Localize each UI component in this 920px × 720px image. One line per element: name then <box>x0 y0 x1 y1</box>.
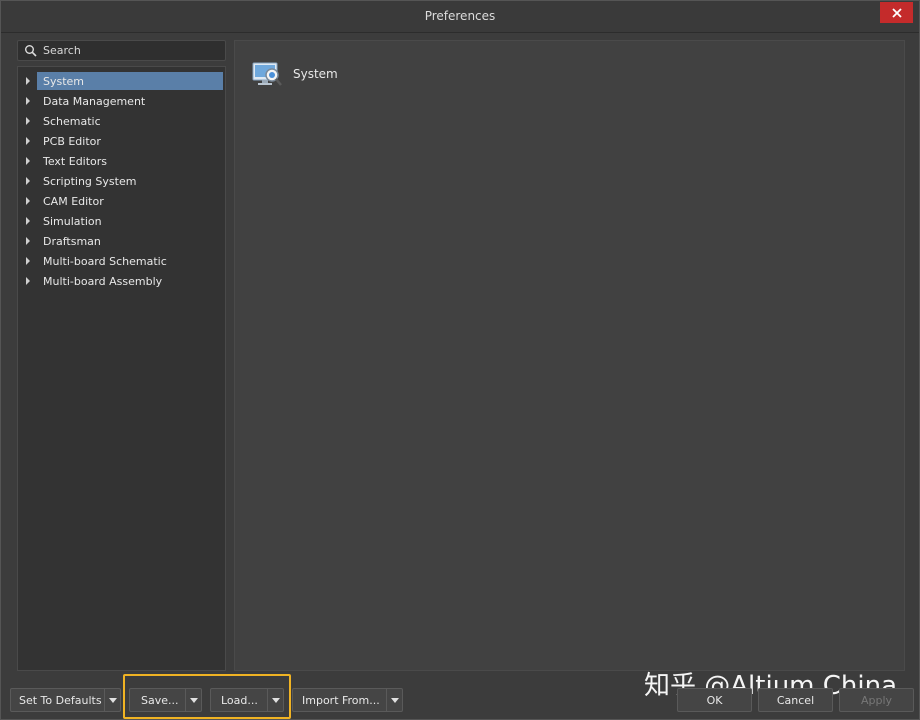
expand-arrow-icon[interactable] <box>26 177 30 185</box>
import-from-button[interactable]: Import From... <box>292 688 403 712</box>
dropdown-arrow-icon <box>390 697 399 703</box>
content-header: System <box>251 59 338 89</box>
tree-item-label: Scripting System <box>43 174 137 188</box>
import-from-label: Import From... <box>302 693 380 707</box>
expand-arrow-icon[interactable] <box>26 97 30 105</box>
ok-button[interactable]: OK <box>677 688 752 712</box>
content-title: System <box>293 67 338 81</box>
cancel-label: Cancel <box>776 693 815 707</box>
preferences-dialog: Preferences System Data Management Schem… <box>0 0 920 720</box>
window-title: Preferences <box>424 9 496 23</box>
tree-item-label: Draftsman <box>43 234 101 248</box>
preferences-tree: System Data Management Schematic PCB Edi… <box>17 66 226 671</box>
tree-item-label: Multi-board Assembly <box>43 274 163 288</box>
close-icon <box>891 7 902 18</box>
tree-item-label: PCB Editor <box>43 134 101 148</box>
cancel-button[interactable]: Cancel <box>758 688 833 712</box>
content-panel: System <box>234 40 905 671</box>
set-to-defaults-button[interactable]: Set To Defaults <box>10 688 121 712</box>
import-from-dropdown[interactable] <box>386 689 402 711</box>
search-input[interactable] <box>43 44 218 57</box>
expand-arrow-icon[interactable] <box>26 257 30 265</box>
expand-arrow-icon[interactable] <box>26 197 30 205</box>
search-box[interactable] <box>17 40 226 61</box>
expand-arrow-icon[interactable] <box>26 137 30 145</box>
apply-button[interactable]: Apply <box>839 688 914 712</box>
tree-item-multi-board-schematic[interactable]: Multi-board Schematic <box>18 251 225 271</box>
tree-item-label: Simulation <box>43 214 102 228</box>
expand-arrow-icon[interactable] <box>26 237 30 245</box>
tree-item-text-editors[interactable]: Text Editors <box>18 151 225 171</box>
tree-item-cam-editor[interactable]: CAM Editor <box>18 191 225 211</box>
apply-label: Apply <box>860 693 893 707</box>
tree-item-label: Multi-board Schematic <box>43 254 167 268</box>
dropdown-arrow-icon <box>271 697 280 703</box>
load-label: Load... <box>221 693 258 707</box>
tree-item-system[interactable]: System <box>18 71 225 91</box>
tree-item-schematic[interactable]: Schematic <box>18 111 225 131</box>
tree-item-label: System <box>43 74 85 88</box>
load-dropdown[interactable] <box>267 689 283 711</box>
save-button[interactable]: Save... <box>129 688 202 712</box>
search-icon <box>25 44 37 57</box>
close-button[interactable] <box>880 2 913 23</box>
tree-item-scripting-system[interactable]: Scripting System <box>18 171 225 191</box>
set-to-defaults-label: Set To Defaults <box>19 693 102 707</box>
tree-item-label: Data Management <box>43 94 146 108</box>
expand-arrow-icon[interactable] <box>26 157 30 165</box>
expand-arrow-icon[interactable] <box>26 77 30 85</box>
expand-arrow-icon[interactable] <box>26 117 30 125</box>
title-bar: Preferences <box>1 1 919 33</box>
tree-item-multi-board-assembly[interactable]: Multi-board Assembly <box>18 271 225 291</box>
tree-item-simulation[interactable]: Simulation <box>18 211 225 231</box>
tree-item-label: Text Editors <box>43 154 108 168</box>
expand-arrow-icon[interactable] <box>26 277 30 285</box>
save-dropdown[interactable] <box>185 689 201 711</box>
ok-label: OK <box>706 693 723 707</box>
system-preferences-icon <box>252 62 282 86</box>
tree-item-label: Schematic <box>43 114 101 128</box>
dropdown-arrow-icon <box>108 697 117 703</box>
save-label: Save... <box>141 693 179 707</box>
expand-arrow-icon[interactable] <box>26 217 30 225</box>
load-button[interactable]: Load... <box>210 688 284 712</box>
set-to-defaults-dropdown[interactable] <box>104 689 120 711</box>
tree-item-draftsman[interactable]: Draftsman <box>18 231 225 251</box>
dropdown-arrow-icon <box>189 697 198 703</box>
tree-item-label: CAM Editor <box>43 194 104 208</box>
tree-item-pcb-editor[interactable]: PCB Editor <box>18 131 225 151</box>
tree-item-data-management[interactable]: Data Management <box>18 91 225 111</box>
